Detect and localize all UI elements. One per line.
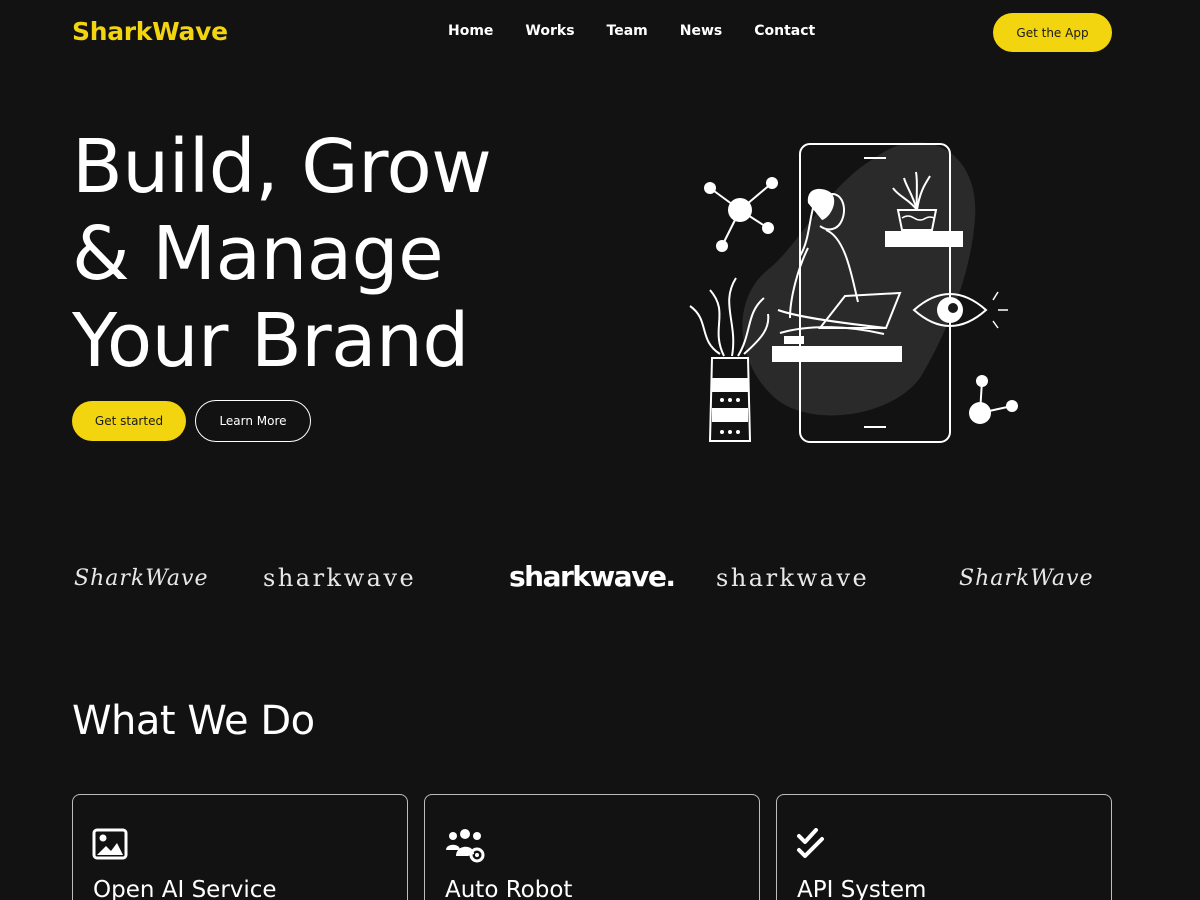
image-icon — [92, 828, 128, 862]
hero-title-line-1: Build, Grow — [72, 124, 492, 210]
brand-logo: sharkwave — [716, 564, 870, 592]
person-laptop-phone-illustration — [689, 142, 1018, 443]
brand-logo: sharkwave. — [509, 560, 676, 593]
nav-home[interactable]: Home — [448, 23, 493, 39]
nav-works[interactable]: Works — [525, 23, 574, 39]
brand-logos: SharkWave sharkwave sharkwave. sharkwave… — [72, 556, 1112, 604]
hero-title-line-2: & Manage — [72, 211, 444, 297]
hero-title-line-3: Your Brand — [72, 298, 469, 384]
main-nav: Home Works Team News Contact — [448, 23, 815, 39]
hero-title: Build, Grow & Manage Your Brand — [72, 124, 592, 385]
get-the-app-button[interactable]: Get the App — [993, 13, 1112, 52]
double-check-icon — [796, 828, 832, 862]
service-card-title: API System — [797, 877, 927, 900]
nav-contact[interactable]: Contact — [754, 23, 815, 39]
brand-logo: sharkwave — [263, 564, 417, 592]
get-started-button[interactable]: Get started — [72, 401, 186, 441]
service-card[interactable]: API System — [776, 794, 1112, 900]
brand-logo: SharkWave — [74, 566, 209, 591]
service-card-title: Open AI Service — [93, 877, 277, 900]
nav-team[interactable]: Team — [607, 23, 648, 39]
service-card[interactable]: Open AI Service — [72, 794, 408, 900]
users-gear-icon — [444, 828, 485, 863]
learn-more-button[interactable]: Learn More — [195, 400, 311, 442]
nav-news[interactable]: News — [680, 23, 722, 39]
service-card[interactable]: Auto Robot — [424, 794, 760, 900]
brand-logo: SharkWave — [959, 566, 1094, 591]
logo[interactable]: SharkWave — [72, 17, 228, 46]
site-header: SharkWave Home Works Team News Contact G… — [0, 0, 1200, 64]
service-card-title: Auto Robot — [445, 877, 573, 900]
section-title: What We Do — [72, 698, 315, 744]
hero-illustration — [680, 128, 1030, 458]
